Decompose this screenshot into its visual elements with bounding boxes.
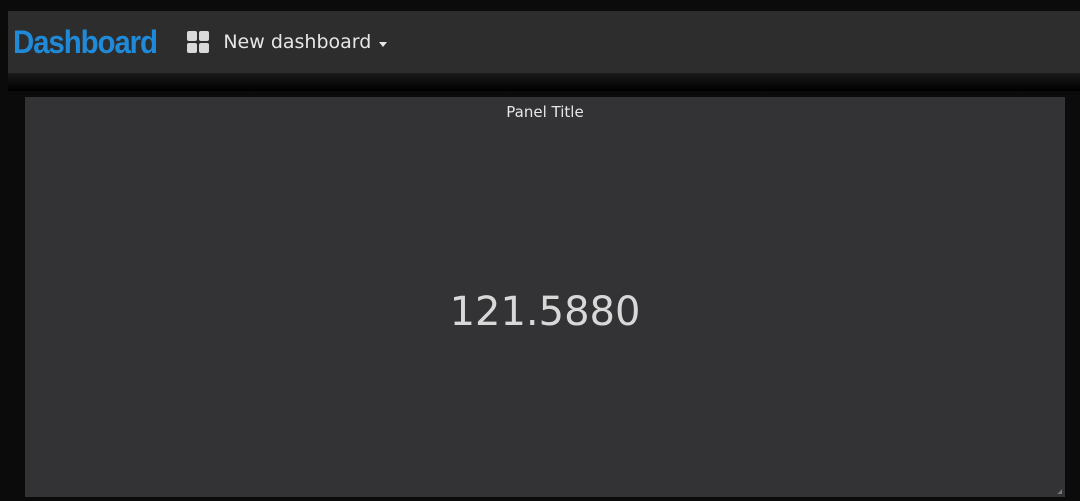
- panel-value: 121.5880: [449, 289, 641, 335]
- caret-down-icon: [379, 41, 388, 47]
- grid-icon: [187, 31, 210, 53]
- top-navbar: Dashboard New dashboard: [8, 11, 1080, 73]
- dashboard-picker-button[interactable]: New dashboard: [187, 31, 388, 53]
- brand-logo[interactable]: Dashboard: [13, 26, 158, 58]
- app-frame: Dashboard New dashboard Panel Title 121.…: [0, 0, 1080, 501]
- panel-resize-handle[interactable]: [1057, 489, 1062, 494]
- panel-title[interactable]: Panel Title: [25, 103, 1065, 121]
- navbar-shadow: [8, 73, 1080, 91]
- singlestat-panel: Panel Title 121.5880: [25, 97, 1065, 497]
- dashboard-name: New dashboard: [223, 31, 372, 53]
